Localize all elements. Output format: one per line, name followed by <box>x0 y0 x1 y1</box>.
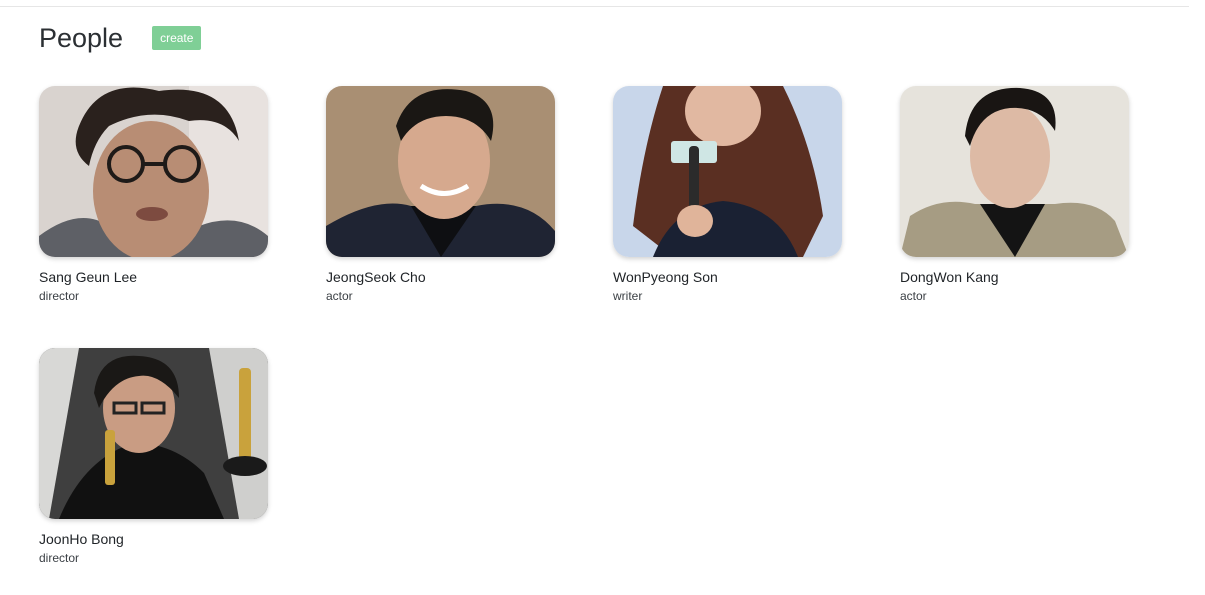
page-title: People <box>39 23 124 53</box>
person-name[interactable]: Sang Geun Lee <box>39 268 268 286</box>
portrait-image <box>39 348 268 519</box>
create-button[interactable]: create <box>152 26 202 50</box>
person-name[interactable]: DongWon Kang <box>900 268 1129 286</box>
person-role: director <box>39 289 80 303</box>
person-card[interactable]: DongWon Kang actor <box>900 86 1129 304</box>
person-card[interactable]: JeongSeok Cho actor <box>326 86 555 304</box>
person-role: actor <box>900 289 927 303</box>
person-role: writer <box>613 289 643 303</box>
person-photo[interactable] <box>39 348 268 519</box>
person-card[interactable]: WonPyeong Son writer <box>613 86 842 304</box>
people-grid: Sang Geun Lee director JeongSeok Cho act… <box>39 86 1189 566</box>
portrait-image <box>900 86 1129 257</box>
person-photo[interactable] <box>326 86 555 257</box>
portrait-image <box>39 86 268 257</box>
person-card[interactable]: JoonHo Bong director <box>39 348 268 566</box>
person-name[interactable]: WonPyeong Son <box>613 268 842 286</box>
person-photo[interactable] <box>39 86 268 257</box>
person-role: director <box>39 551 80 565</box>
person-name[interactable]: JoonHo Bong <box>39 530 268 548</box>
person-photo[interactable] <box>900 86 1129 257</box>
person-role: actor <box>326 289 353 303</box>
person-photo[interactable] <box>613 86 842 257</box>
top-divider <box>0 6 1189 7</box>
person-card[interactable]: Sang Geun Lee director <box>39 86 268 304</box>
portrait-image <box>613 86 842 257</box>
person-name[interactable]: JeongSeok Cho <box>326 268 555 286</box>
page-header: People create <box>39 22 202 54</box>
portrait-image <box>326 86 555 257</box>
